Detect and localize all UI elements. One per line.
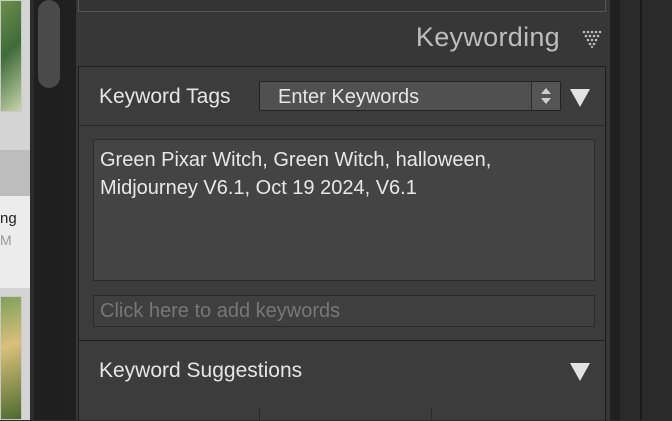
up-down-arrows-icon[interactable] bbox=[531, 82, 560, 110]
grid-strip: ng M bbox=[0, 0, 30, 420]
grid-scrollbar[interactable] bbox=[34, 0, 64, 420]
divider bbox=[640, 0, 642, 420]
panel-divider bbox=[64, 0, 76, 420]
triangle-down-icon[interactable] bbox=[570, 89, 590, 107]
panel-title[interactable]: Keywording bbox=[416, 22, 560, 53]
thumbnail-filename: ng bbox=[0, 210, 17, 227]
grid-cell[interactable] bbox=[0, 150, 30, 196]
add-keywords-input[interactable] bbox=[93, 295, 595, 327]
photo-thumbnail[interactable] bbox=[0, 0, 22, 112]
keyword-suggestions-card: Keyword Suggestions bbox=[78, 340, 606, 421]
previous-panel-bottom bbox=[78, 0, 606, 12]
thumbnail-meta: M bbox=[0, 232, 12, 248]
photo-thumbnail[interactable] bbox=[0, 296, 22, 420]
triangle-down-icon[interactable] bbox=[570, 363, 590, 381]
keywords-text-area[interactable]: Green Pixar Witch, Green Witch, hallowee… bbox=[93, 139, 595, 281]
keyword-tags-card: Keyword Tags Enter Keywords Green Pixar … bbox=[78, 66, 606, 342]
keyword-mode-value: Enter Keywords bbox=[278, 86, 420, 108]
divider bbox=[79, 125, 605, 126]
suggestion-grid bbox=[79, 407, 605, 421]
keyword-suggestions-label[interactable]: Keyword Suggestions bbox=[99, 359, 302, 383]
right-scroll-area bbox=[620, 0, 672, 420]
scrollbar-thumb[interactable] bbox=[38, 0, 60, 88]
panel-edge bbox=[610, 0, 620, 420]
keywording-panel: Keywording Keyword Tags Enter Keywords G… bbox=[76, 0, 610, 421]
dotted-triangle-icon[interactable] bbox=[582, 30, 602, 48]
keyword-tags-label: Keyword Tags bbox=[99, 85, 231, 108]
keyword-mode-select[interactable]: Enter Keywords bbox=[259, 81, 561, 111]
